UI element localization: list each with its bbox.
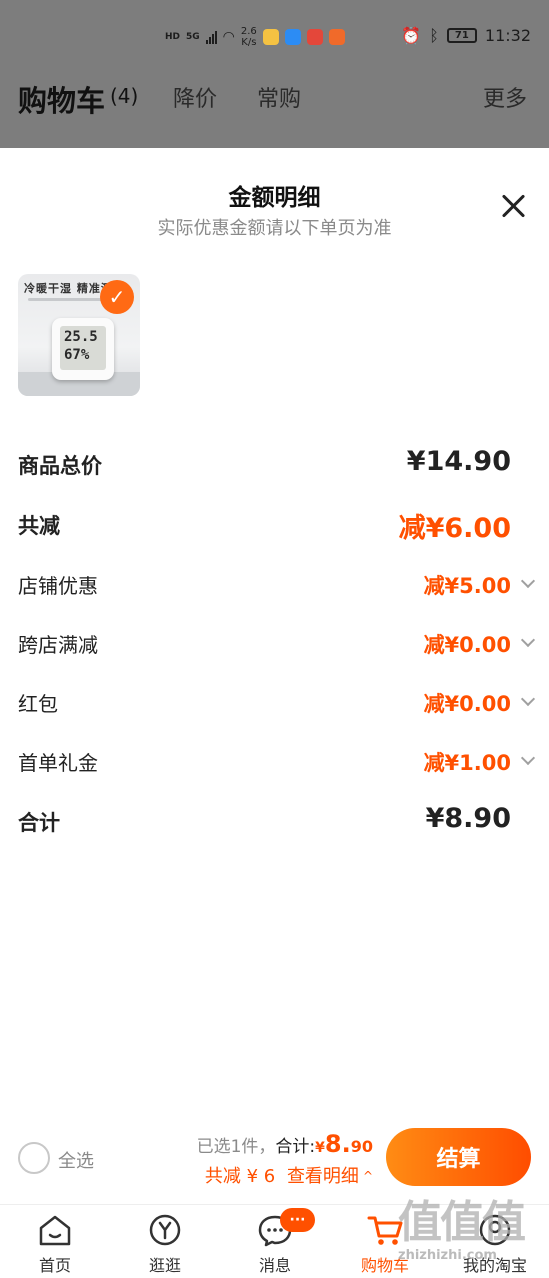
- signal-icon: [205, 30, 217, 44]
- chevron-down-icon[interactable]: [521, 753, 533, 765]
- total-decimal: 90: [350, 1137, 373, 1156]
- app-icon: [306, 29, 323, 45]
- home-icon: [39, 1215, 71, 1246]
- select-all-label[interactable]: 全选: [58, 1147, 94, 1173]
- selected-count: 已选1件，: [196, 1137, 276, 1157]
- row-value: 减¥6.00: [398, 513, 511, 544]
- row-value: 减¥0.00: [423, 633, 511, 657]
- watermark: 值值值 zhizhizhi.com: [398, 1186, 546, 1268]
- tab-label: 首页: [38, 1256, 71, 1275]
- network-type: 5G: [186, 31, 200, 42]
- hygrometer-image: 25.5 67%: [52, 318, 114, 380]
- check-icon[interactable]: ✓: [100, 280, 134, 314]
- clock: 11:32: [484, 26, 531, 45]
- tab-price-drop[interactable]: 降价: [173, 81, 217, 113]
- watermark-logo: 值值值: [398, 1197, 526, 1248]
- tab-label: 消息: [258, 1256, 291, 1275]
- row-first-order-gift[interactable]: 首单礼金 减¥1.00: [0, 739, 549, 783]
- more-button[interactable]: 更多: [483, 81, 527, 113]
- display-humidity: 67%: [64, 347, 90, 363]
- total-label: 合计:: [275, 1137, 316, 1157]
- row-shop-discount[interactable]: 店铺优惠 减¥5.00: [0, 562, 549, 606]
- thumb-subline: [28, 298, 108, 301]
- total-amount: ¥8.90: [315, 1130, 373, 1158]
- page-title: 购物车: [18, 84, 106, 118]
- discount-summary: 共减 ¥ 6: [204, 1166, 276, 1187]
- app-icon: [284, 29, 301, 45]
- checkout-button[interactable]: 结算: [386, 1128, 531, 1186]
- status-right: ⏰ ᛒ 71 11:32: [401, 26, 531, 45]
- bluetooth-icon: ᛒ: [429, 26, 439, 45]
- status-left: HD 5G ◠ 2.6 K/s: [165, 26, 345, 48]
- cart-header: 购物车 (4) 降价 常购 更多: [0, 70, 549, 130]
- currency-symbol: ¥: [315, 1140, 325, 1156]
- chevron-down-icon[interactable]: [521, 635, 533, 647]
- row-cross-shop-discount[interactable]: 跨店满减 减¥0.00: [0, 621, 549, 665]
- selection-summary: 已选1件，合计:¥8.90: [197, 1130, 373, 1158]
- row-value: 减¥1.00: [423, 751, 511, 775]
- view-detail-link: 查看明细: [286, 1166, 359, 1187]
- row-label: 合计: [18, 811, 60, 835]
- message-badge: ···: [280, 1208, 315, 1232]
- close-button[interactable]: [496, 188, 532, 224]
- row-value: 减¥5.00: [423, 574, 511, 598]
- cart-count: (4): [110, 84, 139, 108]
- amount-detail-sheet: 金额明细 实际优惠金额请以下单页为准 冷暖干湿 精准测 25.5 67% ✓ 商…: [0, 148, 549, 1206]
- row-label: 店铺优惠: [18, 574, 98, 598]
- view-detail-toggle[interactable]: 共减 ¥ 6 查看明细 ^: [205, 1162, 373, 1188]
- chevron-down-icon[interactable]: [521, 694, 533, 706]
- select-all-radio[interactable]: [18, 1142, 50, 1174]
- wifi-icon: ◠: [222, 29, 235, 45]
- row-grand-total: 合计 ¥8.90: [0, 799, 549, 843]
- tab-label: 逛逛: [148, 1256, 181, 1275]
- total-integer: 8.: [324, 1130, 351, 1158]
- watermark-url: zhizhizhi.com: [398, 1248, 497, 1263]
- row-label: 共减: [18, 514, 60, 538]
- display-temperature: 25.5: [64, 329, 98, 345]
- row-label: 跨店满减: [18, 633, 98, 657]
- network-speed: 2.6 K/s: [240, 26, 257, 48]
- weibo-icon: [262, 29, 279, 45]
- row-value: ¥14.90: [406, 446, 511, 477]
- chevron-up-icon: ^: [362, 1169, 373, 1183]
- browse-icon: [149, 1214, 181, 1246]
- battery-icon: 71: [446, 28, 477, 43]
- row-label: 商品总价: [18, 454, 102, 478]
- app-icon: [328, 29, 345, 45]
- tab-home[interactable]: 首页: [0, 1205, 110, 1278]
- row-value: 减¥0.00: [423, 692, 511, 716]
- sheet-title: 金额明细: [228, 185, 321, 211]
- tab-frequent[interactable]: 常购: [257, 81, 301, 113]
- row-label: 红包: [18, 692, 58, 716]
- hd-indicator: HD: [165, 31, 181, 42]
- sheet-subtitle: 实际优惠金额请以下单页为准: [157, 218, 392, 239]
- status-bar: HD 5G ◠ 2.6 K/s ⏰ ᛒ 71 11:32: [0, 0, 549, 70]
- alarm-icon: ⏰: [401, 26, 422, 45]
- row-total-discount: 共减 减¥6.00: [0, 502, 549, 546]
- row-total-price: 商品总价 ¥14.90: [0, 442, 549, 486]
- chevron-down-icon[interactable]: [521, 576, 533, 588]
- row-label: 首单礼金: [18, 751, 98, 775]
- device-screen: 25.5 67%: [60, 326, 106, 370]
- row-value: ¥8.90: [425, 803, 511, 834]
- row-red-packet[interactable]: 红包 减¥0.00: [0, 680, 549, 724]
- tab-browse[interactable]: 逛逛: [110, 1205, 220, 1278]
